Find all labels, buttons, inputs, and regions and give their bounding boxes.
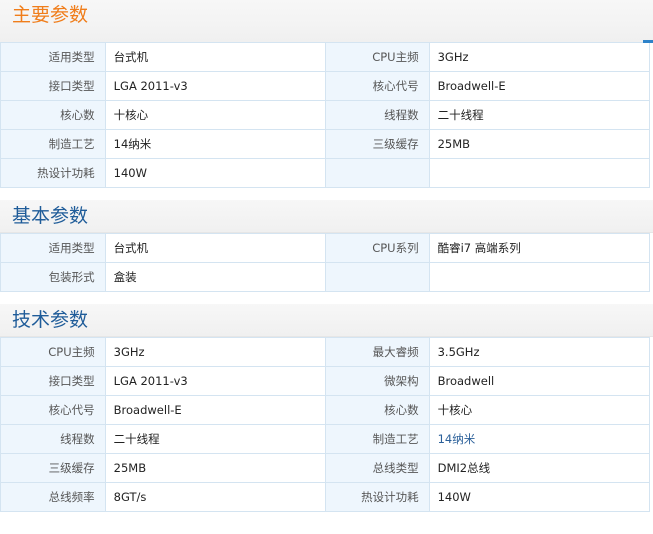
spec-key: 接口类型	[0, 366, 106, 396]
spec-key: CPU系列	[324, 233, 430, 263]
spec-value: 25MB	[428, 129, 651, 159]
spec-value: 8GT/s	[104, 482, 326, 512]
spec-value: 台式机	[104, 42, 326, 72]
spec-table: 适用类型 台式机 CPU系列 酷睿i7 高端系列 包装形式 盒装	[0, 233, 651, 292]
spec-key: 热设计功耗	[0, 158, 106, 188]
spec-value: 140W	[428, 482, 651, 512]
spec-key: CPU主频	[0, 337, 106, 367]
section-basic-params: 基本参数 适用类型 台式机 CPU系列 酷睿i7 高端系列 包装形式 盒装	[0, 200, 653, 292]
table-row: 适用类型 台式机 CPU系列 酷睿i7 高端系列	[0, 233, 651, 263]
table-row: 接口类型 LGA 2011-v3 核心代号 Broadwell-E	[0, 71, 651, 101]
spec-value: 酷睿i7 高端系列	[428, 233, 651, 263]
table-row: 适用类型 台式机 CPU主频 3GHz	[0, 42, 651, 72]
spec-key: 核心代号	[324, 71, 430, 101]
spec-key: 核心数	[0, 100, 106, 130]
spec-value-empty	[428, 158, 651, 188]
section-main-params: 主要参数 适用类型 台式机 CPU主频 3GHz 接口类型 LGA 2011-v…	[0, 0, 653, 188]
section-header: 技术参数	[0, 304, 653, 337]
spec-value: 25MB	[104, 453, 326, 483]
spec-key: 热设计功耗	[324, 482, 430, 512]
table-row: 总线频率 8GT/s 热设计功耗 140W	[0, 482, 651, 512]
spec-key: 包装形式	[0, 262, 106, 292]
table-row: 核心代号 Broadwell-E 核心数 十核心	[0, 395, 651, 425]
spec-key: 核心代号	[0, 395, 106, 425]
spec-value: 14纳米	[104, 129, 326, 159]
table-row: 接口类型 LGA 2011-v3 微架构 Broadwell	[0, 366, 651, 396]
spec-value: Broadwell	[428, 366, 651, 396]
spec-value: Broadwell-E	[104, 395, 326, 425]
spec-key: CPU主频	[324, 42, 430, 72]
spec-key: 制造工艺	[0, 129, 106, 159]
spec-value: LGA 2011-v3	[104, 71, 326, 101]
spec-key: 制造工艺	[324, 424, 430, 454]
spec-key: 微架构	[324, 366, 430, 396]
table-row: 线程数 二十线程 制造工艺 14纳米	[0, 424, 651, 454]
spec-key: 三级缓存	[0, 453, 106, 483]
spec-key: 接口类型	[0, 71, 106, 101]
section-title: 基本参数	[12, 205, 89, 227]
spec-key-empty	[324, 158, 430, 188]
spec-value-link[interactable]: 14纳米	[428, 424, 651, 454]
spec-value: 3GHz	[104, 337, 326, 367]
table-row: 核心数 十核心 线程数 二十线程	[0, 100, 651, 130]
spec-value: LGA 2011-v3	[104, 366, 326, 396]
spec-value: 二十线程	[104, 424, 326, 454]
spec-key: 线程数	[324, 100, 430, 130]
table-row: 热设计功耗 140W	[0, 158, 651, 188]
spec-value: 台式机	[104, 233, 326, 263]
spec-key: 线程数	[0, 424, 106, 454]
spec-key: 三级缓存	[324, 129, 430, 159]
spec-value: 十核心	[428, 395, 651, 425]
section-title: 主要参数	[12, 4, 89, 26]
spec-table: 适用类型 台式机 CPU主频 3GHz 接口类型 LGA 2011-v3 核心代…	[0, 42, 651, 188]
table-row: 制造工艺 14纳米 三级缓存 25MB	[0, 129, 651, 159]
spec-key: 适用类型	[0, 42, 106, 72]
spec-value: 3.5GHz	[428, 337, 651, 367]
section-header: 主要参数	[0, 0, 653, 43]
table-row: 包装形式 盒装	[0, 262, 651, 292]
spec-key: 总线类型	[324, 453, 430, 483]
spec-value: 盒装	[104, 262, 326, 292]
header-accent-tab	[643, 40, 653, 43]
spec-value: 140W	[104, 158, 326, 188]
spec-value: DMI2总线	[428, 453, 651, 483]
spec-key: 最大睿频	[324, 337, 430, 367]
spec-key: 总线频率	[0, 482, 106, 512]
spec-value: 十核心	[104, 100, 326, 130]
spec-table: CPU主频 3GHz 最大睿频 3.5GHz 接口类型 LGA 2011-v3 …	[0, 337, 651, 512]
spec-key: 核心数	[324, 395, 430, 425]
section-header: 基本参数	[0, 200, 653, 233]
section-tech-params: 技术参数 CPU主频 3GHz 最大睿频 3.5GHz 接口类型 LGA 201…	[0, 304, 653, 512]
table-row: CPU主频 3GHz 最大睿频 3.5GHz	[0, 337, 651, 367]
section-title: 技术参数	[12, 309, 89, 331]
spec-value: 3GHz	[428, 42, 651, 72]
spec-key: 适用类型	[0, 233, 106, 263]
table-row: 三级缓存 25MB 总线类型 DMI2总线	[0, 453, 651, 483]
spec-value: Broadwell-E	[428, 71, 651, 101]
spec-value: 二十线程	[428, 100, 651, 130]
spec-value-empty	[428, 262, 651, 292]
spec-key-empty	[324, 262, 430, 292]
